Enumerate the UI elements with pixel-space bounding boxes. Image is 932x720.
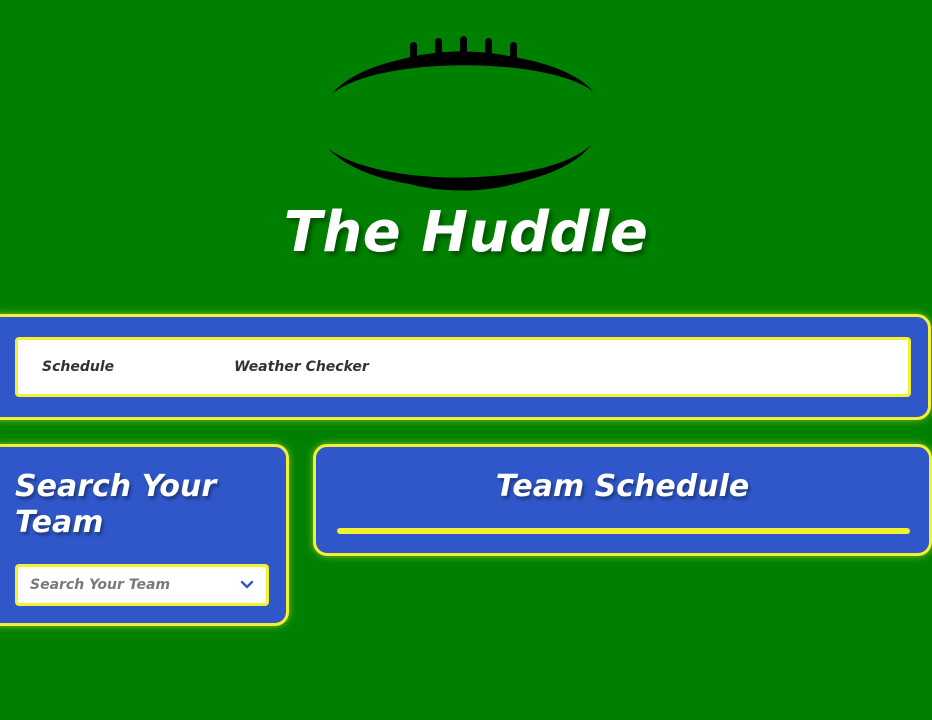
search-team-panel: Search Your Team Search Your Team bbox=[0, 444, 289, 626]
team-select[interactable]: Search Your Team bbox=[15, 564, 269, 606]
schedule-divider bbox=[337, 528, 910, 534]
nav-panel: Schedule Weather Checker bbox=[0, 314, 931, 420]
nav-link-schedule[interactable]: Schedule bbox=[42, 359, 114, 375]
nav-link-weather-checker[interactable]: Weather Checker bbox=[234, 359, 369, 375]
team-schedule-panel: Team Schedule bbox=[313, 444, 932, 556]
search-team-heading: Search Your Team bbox=[15, 469, 217, 540]
page: The Huddle Schedule Weather Checker Sear… bbox=[0, 0, 932, 720]
nav-bar: Schedule Weather Checker bbox=[15, 337, 911, 397]
chevron-down-icon bbox=[240, 580, 254, 589]
site-title: The Huddle bbox=[283, 200, 649, 265]
football-laces-icon bbox=[328, 36, 594, 191]
team-select-placeholder: Search Your Team bbox=[30, 577, 171, 593]
team-schedule-heading: Team Schedule bbox=[495, 469, 750, 504]
